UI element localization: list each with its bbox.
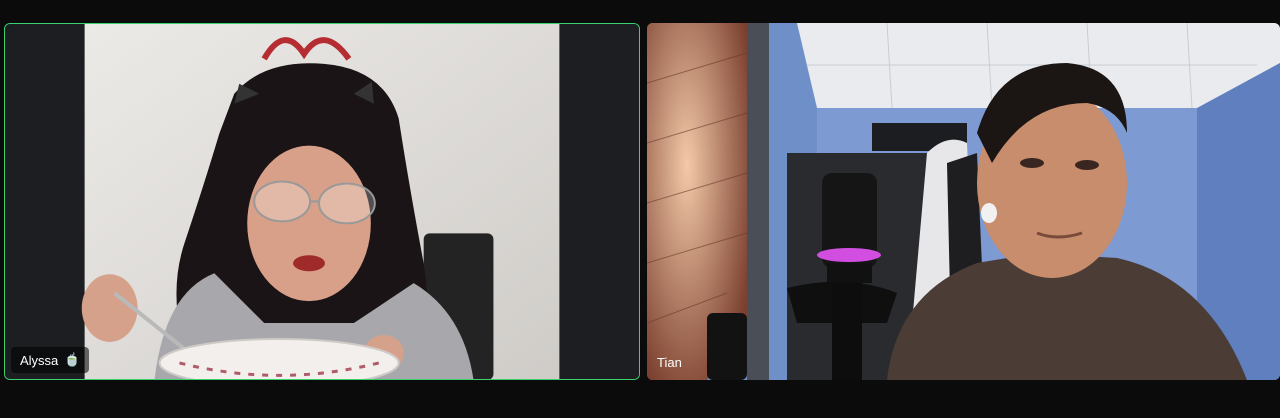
video-feed-alyssa xyxy=(5,24,639,379)
tea-emoji-icon: 🍵 xyxy=(64,352,81,367)
video-feed-tian xyxy=(647,23,1280,380)
participant-name: Alyssa xyxy=(20,352,59,368)
participant-name-badge: Alyssa 🍵 xyxy=(11,347,90,373)
participant-name: Tian xyxy=(657,355,682,370)
participant-tile-tian[interactable]: Tian xyxy=(647,23,1280,380)
participant-tile-alyssa[interactable]: Alyssa 🍵 xyxy=(4,23,640,380)
participant-name-badge: Tian xyxy=(657,355,682,370)
